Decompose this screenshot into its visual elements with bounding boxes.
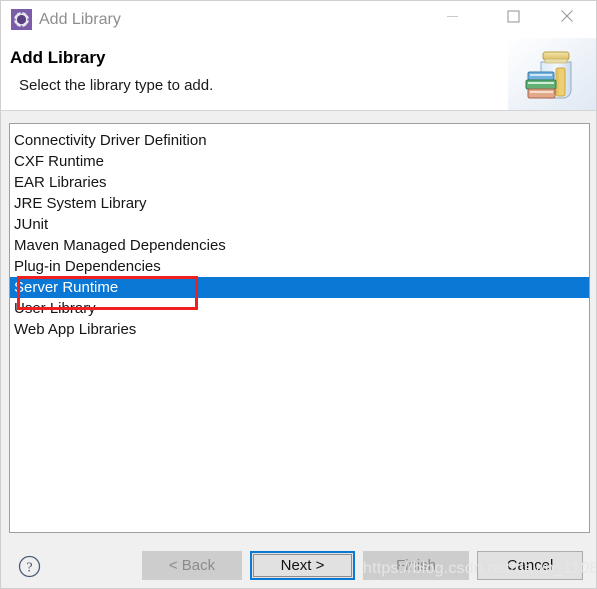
library-type-list-items: Connectivity Driver Definition CXF Runtim… [10,130,589,340]
list-item[interactable]: EAR Libraries [10,172,589,193]
list-item[interactable]: User Library [10,298,589,319]
list-item[interactable]: CXF Runtime [10,151,589,172]
maximize-button[interactable] [490,1,536,31]
list-item[interactable]: Plug-in Dependencies [10,256,589,277]
finish-button[interactable]: Finish [363,551,469,580]
svg-text:?: ? [26,561,32,576]
add-library-dialog: Add Library Add Library Select the libra… [0,0,597,589]
page-description: Select the library type to add. [19,77,214,94]
help-question-icon[interactable]: ? [18,555,41,578]
list-item[interactable]: Connectivity Driver Definition [10,130,589,151]
dialog-body: Connectivity Driver Definition CXF Runtim… [1,111,596,588]
list-item[interactable]: JUnit [10,214,589,235]
list-item[interactable]: JRE System Library [10,193,589,214]
page-title: Add Library [10,48,106,67]
next-button[interactable]: Next > [250,551,355,580]
library-type-list[interactable]: Connectivity Driver Definition CXF Runtim… [9,123,590,533]
close-button[interactable] [544,1,590,31]
library-jar-books-icon [508,38,596,110]
close-icon [561,10,573,22]
minimize-button[interactable] [429,1,475,31]
list-item[interactable]: Maven Managed Dependencies [10,235,589,256]
maximize-icon [506,9,520,23]
wizard-header: Add Library Select the library type to a… [1,38,596,111]
window-title: Add Library [39,11,121,28]
eclipse-gear-icon [11,9,32,30]
list-item-selected[interactable]: Server Runtime [10,277,589,298]
list-item[interactable]: Web App Libraries [10,319,589,340]
cancel-button[interactable]: Cancel [477,551,583,580]
minimize-icon [446,15,458,17]
back-button[interactable]: < Back [142,551,242,580]
title-bar[interactable]: Add Library [1,1,596,38]
dialog-button-bar: ? < Back Next > Finish Cancel [1,543,596,588]
